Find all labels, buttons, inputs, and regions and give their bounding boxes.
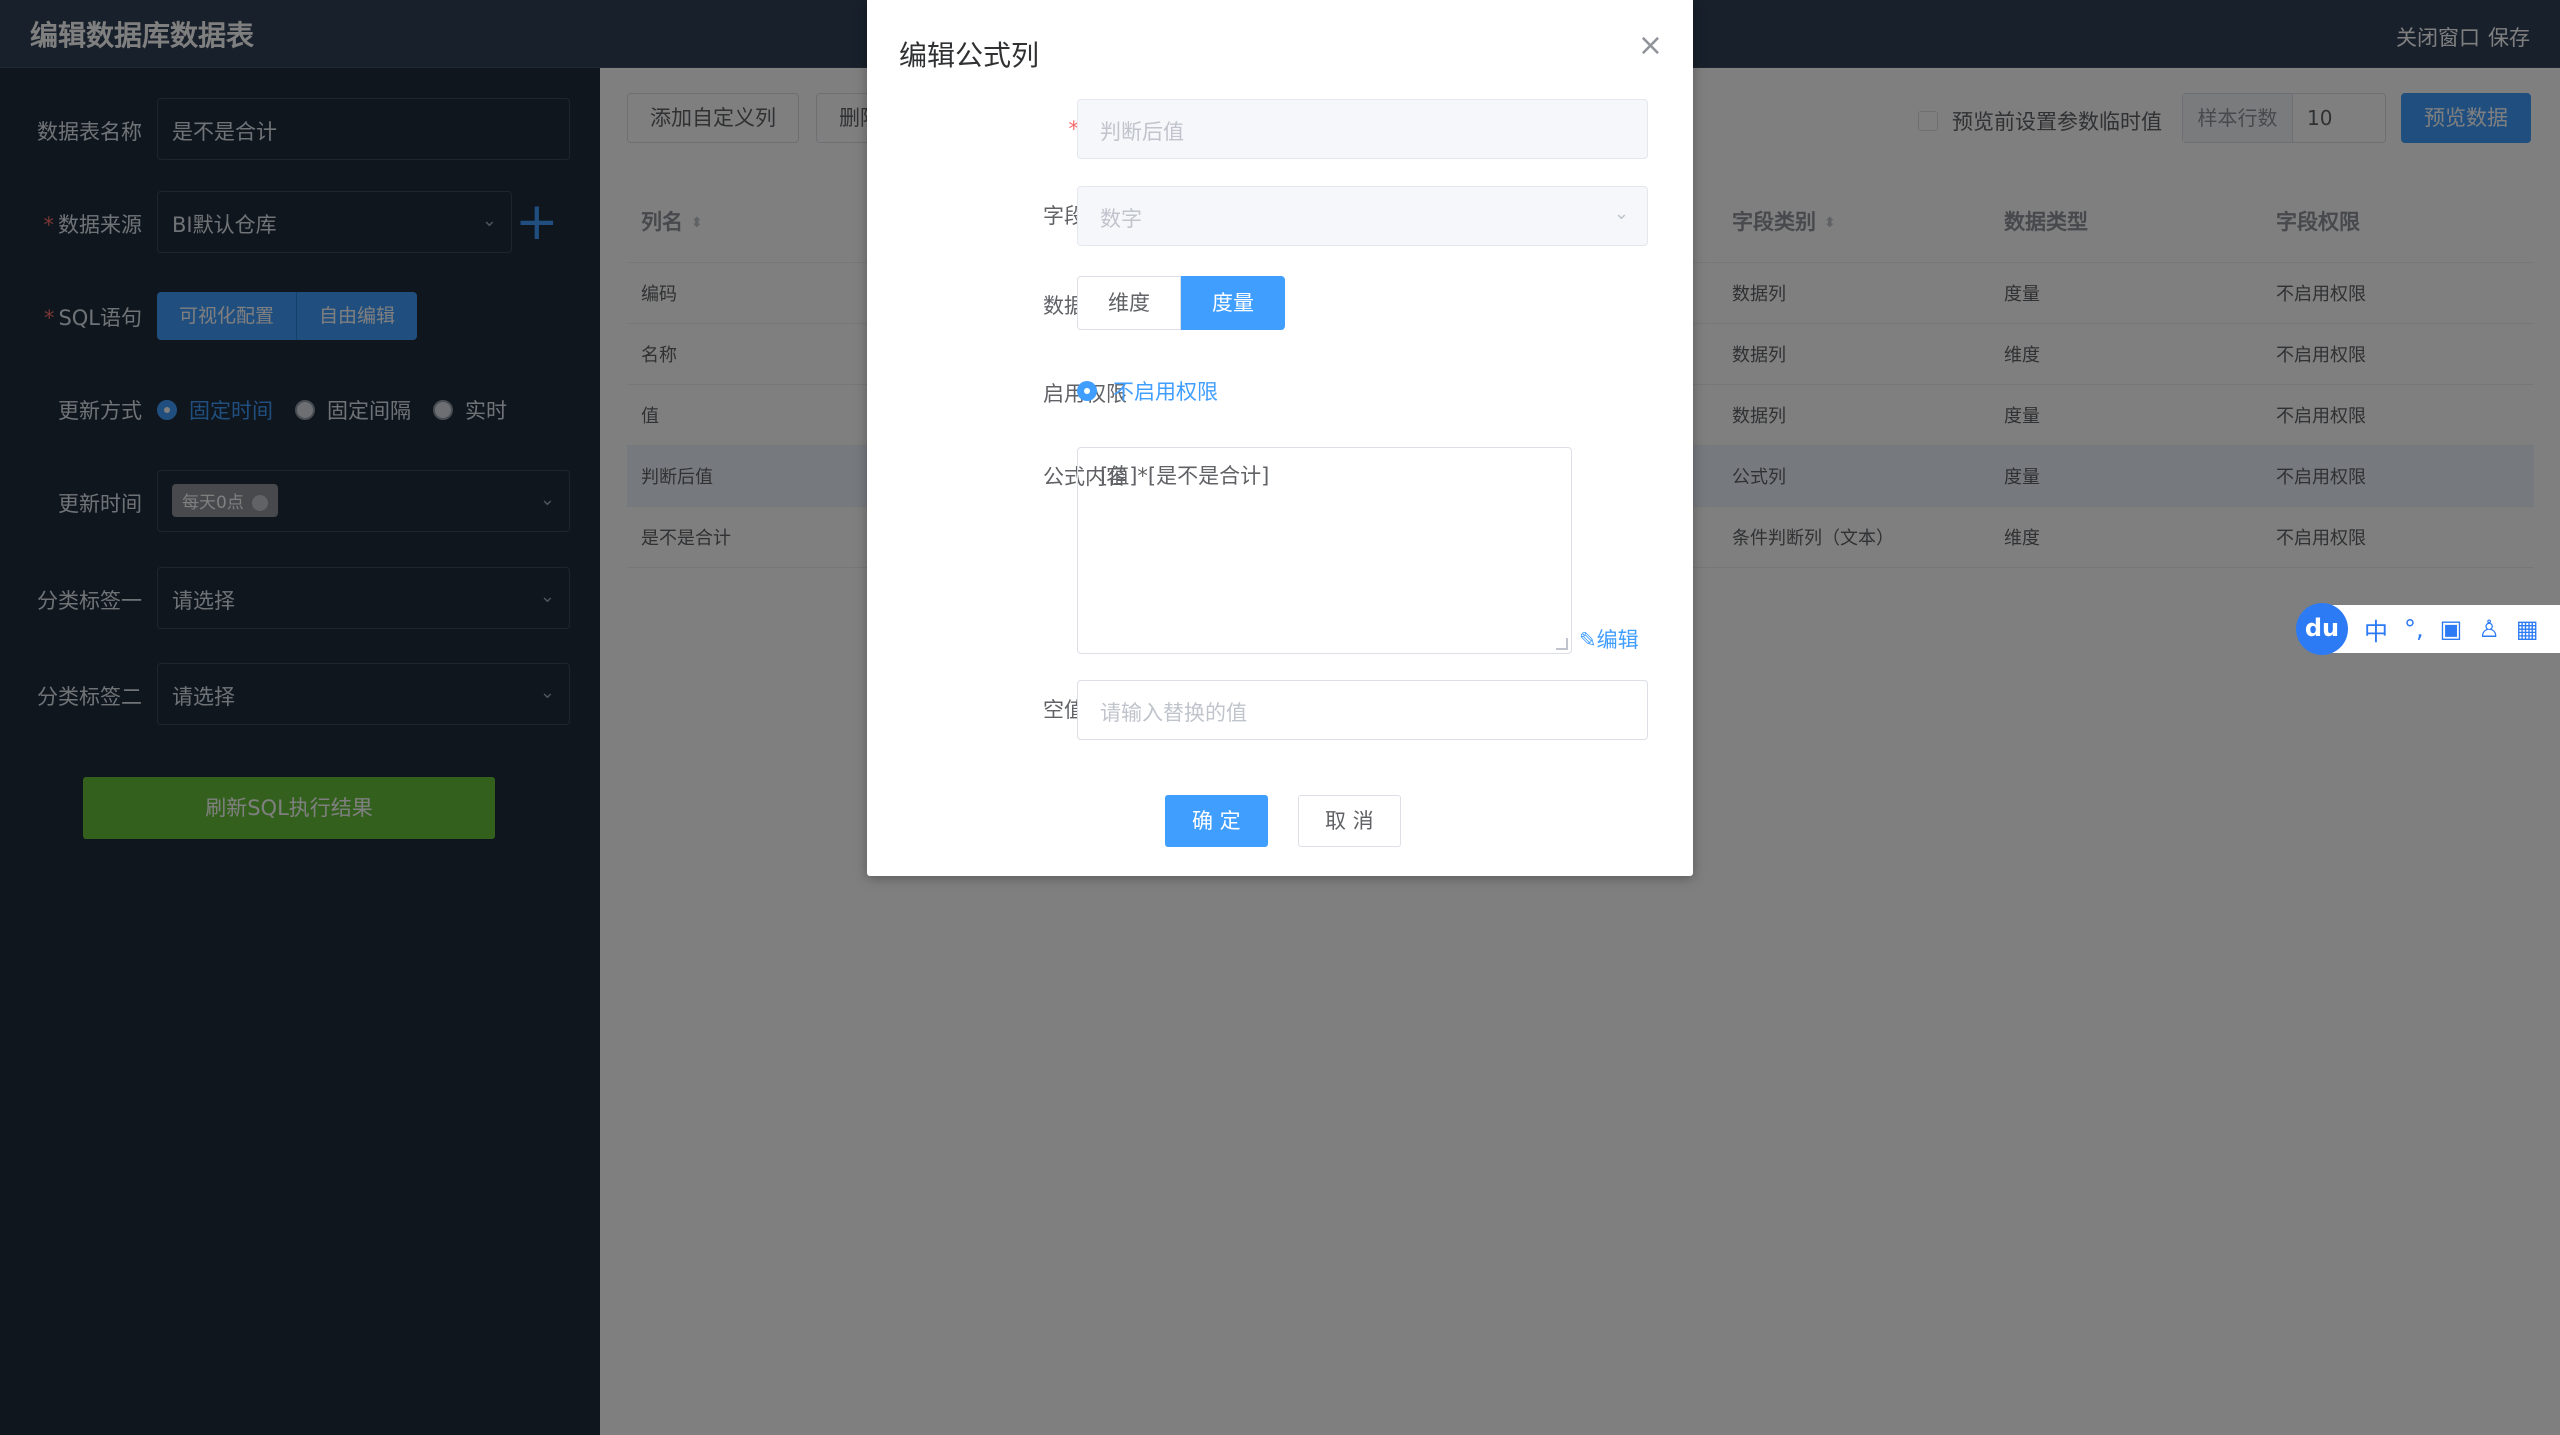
column-name-input[interactable]: 判断后值: [1077, 99, 1648, 159]
radio-dot-icon: [1077, 381, 1097, 401]
field-type-value: 数字: [1100, 207, 1142, 231]
ime-toolbox-icon[interactable]: ▣: [2440, 615, 2463, 643]
confirm-button[interactable]: 确 定: [1165, 795, 1268, 847]
chevron-down-icon: ⌄: [1613, 203, 1629, 224]
null-replace-placeholder: 请输入替换的值: [1100, 701, 1247, 725]
radio-label: 不启用权限: [1113, 380, 1218, 404]
formula-value: [值]*[是不是合计]: [1100, 464, 1270, 488]
ime-toolbar: du 中 °, ▣ ♙ ▦: [2296, 603, 2560, 655]
ime-logo-icon[interactable]: du: [2296, 603, 2348, 655]
column-name-value: 判断后值: [1100, 120, 1184, 144]
data-type-toggle: 维度 度量: [1077, 276, 1285, 330]
edit-formula-link[interactable]: ✎编辑: [1579, 624, 1639, 654]
ime-grid-icon[interactable]: ▦: [2516, 615, 2539, 643]
data-type-dimension-button[interactable]: 维度: [1077, 276, 1181, 330]
edit-formula-dialog: 编辑公式列 × *列名 判断后值 字段类型 数字⌄ 数据类型 维度 度量 启用权…: [867, 0, 1693, 876]
edit-link-text: 编辑: [1596, 628, 1639, 652]
pencil-icon: ✎: [1579, 628, 1597, 652]
dialog-title: 编辑公式列: [899, 39, 1040, 72]
formula-textarea[interactable]: [值]*[是不是合计]: [1077, 447, 1572, 654]
data-type-measure-button[interactable]: 度量: [1181, 276, 1285, 330]
null-replace-input[interactable]: 请输入替换的值: [1077, 680, 1648, 740]
permission-radio[interactable]: 不启用权限: [1077, 376, 1218, 406]
resize-handle-icon[interactable]: [1556, 638, 1568, 650]
field-type-select[interactable]: 数字 ⌄: [1077, 186, 1648, 246]
ime-lang-icon[interactable]: 中: [2364, 612, 2388, 647]
ime-punct-icon[interactable]: °,: [2404, 615, 2424, 643]
ime-user-icon[interactable]: ♙: [2478, 615, 2500, 643]
cancel-button[interactable]: 取 消: [1298, 795, 1401, 847]
close-icon[interactable]: ×: [1638, 28, 1663, 63]
